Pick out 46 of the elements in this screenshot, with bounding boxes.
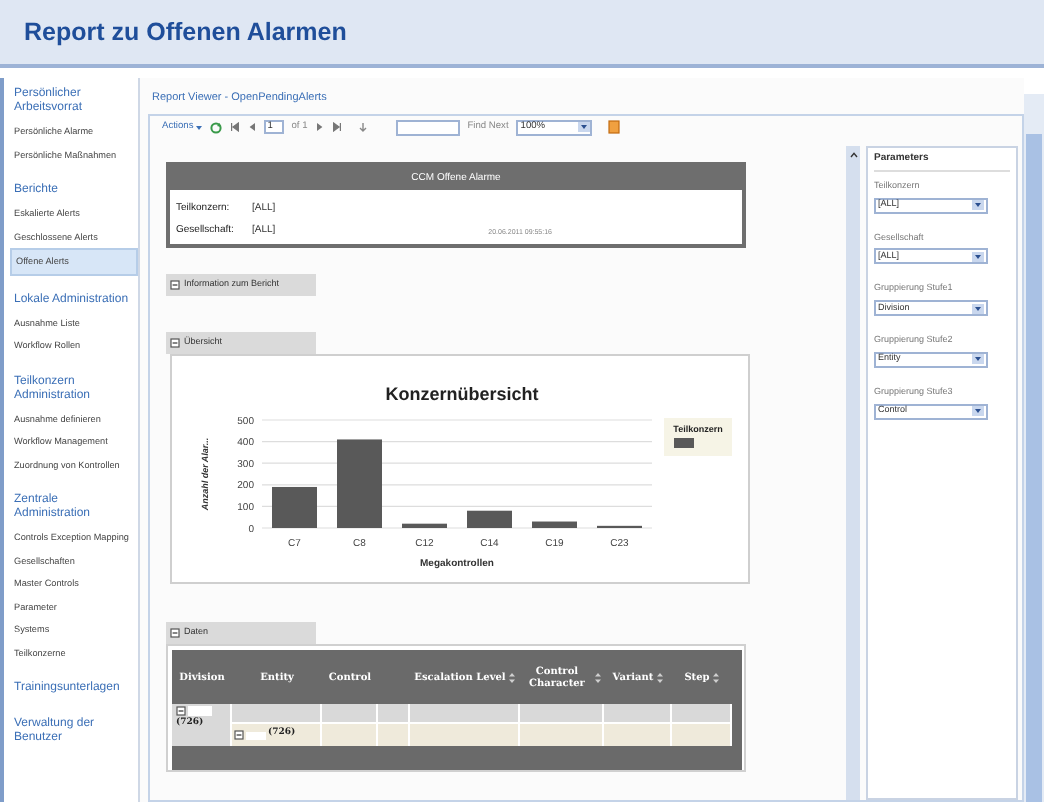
collapse-icon[interactable] (176, 706, 186, 717)
page-title: Report zu Offenen Alarmen (24, 15, 347, 50)
sort-icon[interactable] (594, 671, 602, 684)
previous-page-icon[interactable] (247, 122, 256, 133)
table-cell (378, 724, 410, 747)
legend-background (664, 418, 732, 457)
collapse-icon[interactable] (170, 338, 180, 349)
bar (272, 487, 317, 529)
redacted-box (246, 731, 266, 740)
table-cell (378, 704, 410, 725)
sort-icon[interactable] (711, 671, 720, 684)
dropdown-arrow-icon (972, 406, 984, 416)
dropdown-arrow-icon (972, 303, 984, 313)
chart-title: Konzernübersicht (385, 384, 539, 405)
export-icon[interactable] (608, 120, 621, 135)
table-cell (604, 724, 672, 747)
collapse-icon[interactable] (170, 628, 180, 639)
table-cell (520, 704, 604, 725)
dropdown-arrow-icon (972, 251, 984, 262)
table-cell (322, 704, 378, 725)
first-page-icon[interactable] (229, 122, 240, 133)
find-field[interactable] (395, 119, 460, 136)
dropdown-arrow-icon (972, 200, 984, 210)
next-page-icon[interactable] (315, 122, 324, 133)
scrollbar[interactable] (1024, 94, 1044, 802)
collapse-icon[interactable] (234, 730, 244, 741)
table-cell (410, 704, 520, 725)
legend-swatch (674, 438, 694, 449)
refresh-icon[interactable] (209, 121, 222, 134)
bar (467, 511, 512, 529)
caret-icon (195, 125, 202, 130)
last-page-icon[interactable] (331, 122, 342, 133)
chevron-up-icon (849, 152, 857, 159)
table-cell (520, 724, 604, 747)
table-cell (410, 724, 520, 747)
sort-icon[interactable] (507, 671, 516, 684)
bar (337, 439, 382, 529)
table-cell (604, 704, 672, 725)
table-cell (672, 724, 732, 747)
dropdown-arrow-icon (578, 122, 591, 133)
bar (532, 522, 577, 529)
collapse-icon[interactable] (170, 280, 180, 291)
bar (402, 524, 447, 529)
table-cell (672, 704, 732, 725)
sort-icon[interactable] (655, 671, 664, 684)
dropdown-arrow-icon (972, 354, 984, 365)
